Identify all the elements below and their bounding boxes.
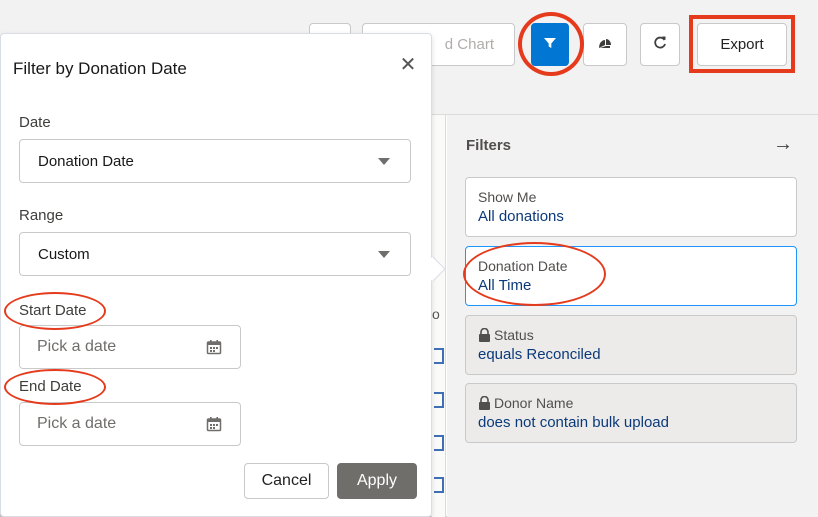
start-date-highlight-annotation (4, 292, 106, 330)
cancel-label: Cancel (261, 472, 312, 489)
filter-highlight-annotation (518, 12, 584, 76)
collapse-arrow-icon[interactable]: → (773, 133, 793, 156)
lock-icon (478, 395, 491, 411)
row-bracket-icon (434, 348, 444, 364)
end-date-placeholder: Pick a date (37, 415, 117, 432)
apply-button[interactable]: Apply (337, 463, 417, 499)
range-field-label: Range (19, 207, 64, 224)
start-date-placeholder: Pick a date (37, 338, 117, 355)
close-icon[interactable]: ✕ (398, 53, 418, 77)
filter-card-label: Status (494, 327, 534, 343)
chart-toggle-button[interactable] (583, 23, 627, 66)
row-bracket-icon (434, 477, 444, 493)
date-select[interactable]: Donation Date (19, 139, 411, 183)
filter-card-donor-name[interactable]: Donor Name does not contain bulk upload (465, 383, 797, 443)
calendar-icon[interactable] (206, 416, 222, 432)
end-date-input[interactable]: Pick a date (19, 402, 241, 446)
filter-card-label-row: Donor Name (478, 395, 784, 411)
filter-card-label: Show Me (478, 189, 537, 205)
date-field-label: Date (19, 114, 51, 131)
end-date-highlight-annotation (4, 369, 106, 405)
chevron-down-icon (378, 158, 390, 165)
filter-card-value: equals Reconciled (478, 346, 601, 363)
row-bracket-icon (434, 435, 444, 451)
chart-toggle-icon (597, 36, 613, 54)
filter-card-value: All donations (478, 208, 564, 225)
filters-title: Filters (466, 137, 512, 154)
filters-panel: Filters → Show Me All donations Donation… (447, 115, 818, 517)
start-date-input[interactable]: Pick a date (19, 325, 241, 369)
range-select[interactable]: Custom (19, 232, 411, 276)
calendar-icon[interactable] (206, 339, 222, 355)
refresh-icon (653, 35, 667, 55)
apply-label: Apply (356, 472, 398, 489)
row-bracket-icon (434, 392, 444, 408)
filter-card-value: does not contain bulk upload (478, 414, 669, 431)
add-chart-label: d Chart (444, 36, 494, 53)
lock-icon (478, 327, 491, 343)
export-highlight-annotation (689, 15, 795, 73)
filter-card-label-row: Status (478, 327, 784, 343)
filter-card-status[interactable]: Status equals Reconciled (465, 315, 797, 375)
date-select-value: Donation Date (38, 152, 134, 170)
report-column-letter: o (432, 306, 440, 322)
cancel-button[interactable]: Cancel (244, 463, 329, 499)
popover-title: Filter by Donation Date (13, 59, 187, 78)
donation-date-highlight-annotation (463, 242, 606, 306)
filter-card-show-me[interactable]: Show Me All donations (465, 177, 797, 237)
chevron-down-icon (378, 251, 390, 258)
range-select-value: Custom (38, 245, 90, 263)
filter-card-label: Donor Name (494, 395, 574, 411)
refresh-button[interactable] (640, 23, 680, 66)
